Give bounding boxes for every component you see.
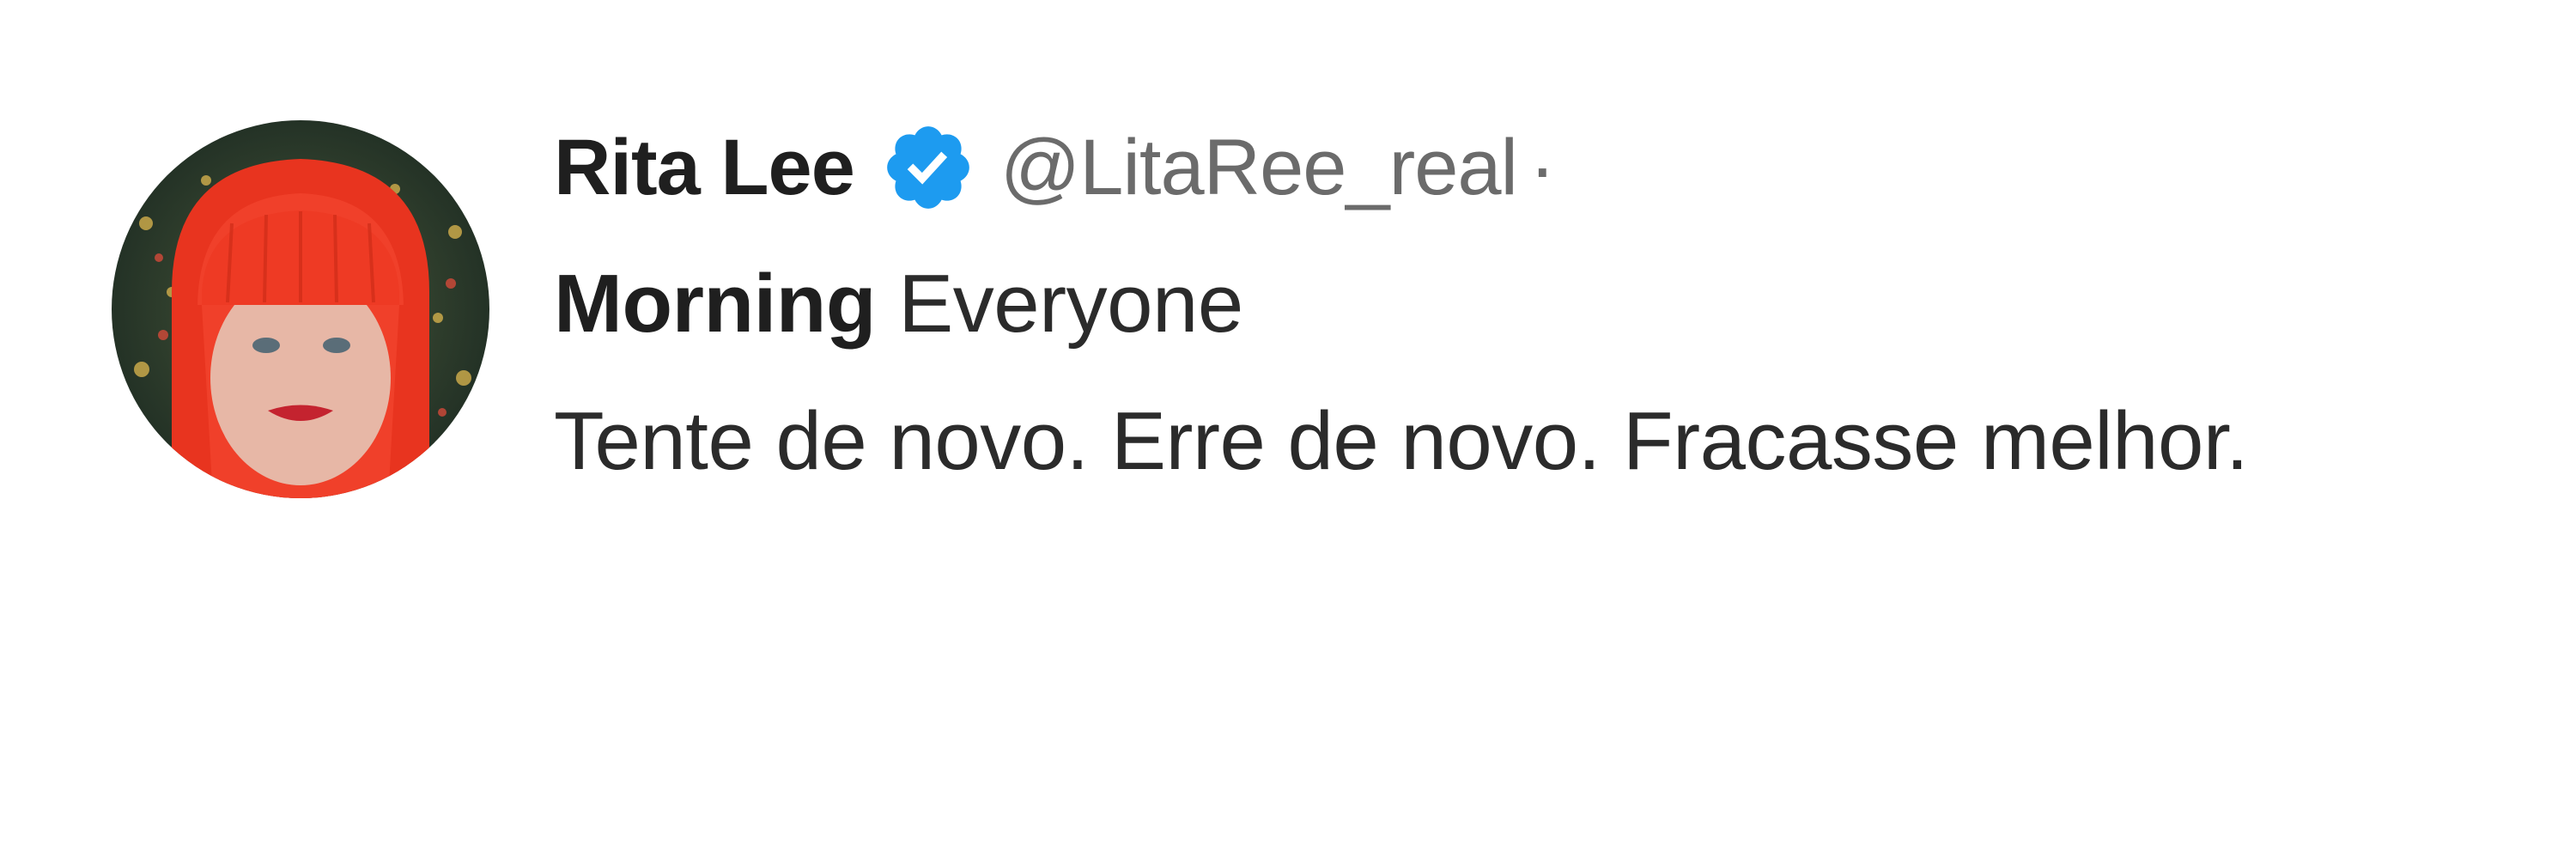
header-separator: ·: [1528, 123, 1556, 211]
tweet-first-line-rest: Everyone: [876, 258, 1243, 350]
tweet-first-line: Morning Everyone: [554, 235, 2486, 373]
tweet-card: Rita Lee @LitaRee_real · Morning Everyon…: [0, 0, 2576, 859]
tweet-bold-word: Morning: [554, 258, 877, 350]
tweet-body: Tente de novo. Erre de novo. Fracasse me…: [554, 395, 2249, 487]
author-display-name[interactable]: Rita Lee: [554, 123, 855, 213]
profile-avatar[interactable]: [112, 120, 489, 498]
verified-badge-icon: [880, 119, 976, 216]
tweet-header: Rita Lee @LitaRee_real ·: [554, 112, 2486, 223]
tweet-content: Rita Lee @LitaRee_real · Morning Everyon…: [554, 112, 2486, 510]
tweet-text: Morning Everyone Tente de novo. Erre de …: [554, 235, 2486, 510]
author-handle[interactable]: @LitaRee_real: [1000, 123, 1518, 213]
